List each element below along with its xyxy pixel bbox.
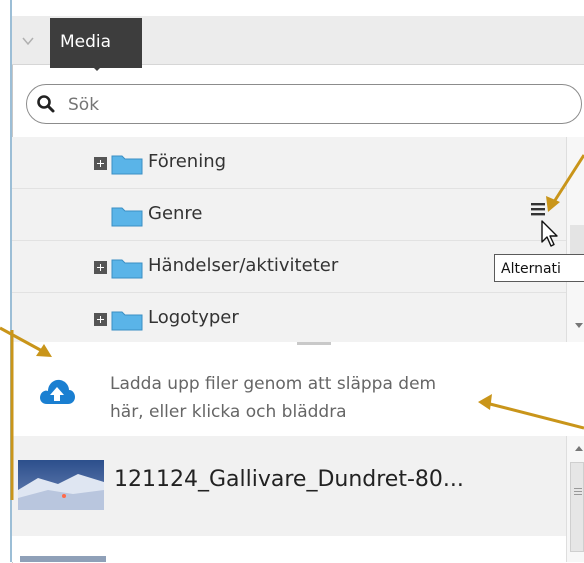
folder-icon [111, 207, 143, 227]
scroll-down-icon[interactable] [574, 320, 584, 330]
media-thumbnail[interactable] [20, 556, 106, 562]
media-item-label: 121124_Gallivare_Dundret-80... [114, 467, 464, 492]
panel-resizer[interactable] [297, 342, 331, 345]
tree-item-label: Händelser/aktiviteter [148, 255, 339, 276]
tree-item-handelser[interactable]: Händelser/aktiviteter [12, 241, 572, 293]
search-icon [37, 95, 55, 113]
chevron-down-icon[interactable] [22, 35, 34, 47]
tree-item-label: Genre [148, 203, 203, 224]
tree-item-genre[interactable]: Genre [12, 189, 572, 241]
tree-item-label: Logotyper [148, 307, 239, 328]
upload-line-2: här, eller klicka och bläddra [110, 402, 347, 422]
folder-icon [111, 155, 143, 175]
cursor-icon [541, 220, 558, 247]
tree-item-logotyper[interactable]: Logotyper [12, 293, 572, 345]
tooltip-options: Alternati [494, 254, 584, 282]
grip-icon [574, 488, 582, 495]
search-input[interactable] [66, 92, 550, 118]
expand-icon[interactable] [94, 313, 107, 326]
tree-scrollbar-thumb[interactable] [570, 225, 584, 255]
list-scrollbar-thumb[interactable] [570, 462, 584, 552]
tab-media[interactable]: Media [50, 18, 142, 68]
upload-instructions: Ladda upp filer genom att släppa dem här… [110, 370, 570, 426]
tree-item-forening[interactable]: Förening [12, 137, 572, 189]
upload-line-1: Ladda upp filer genom att släppa dem [110, 374, 437, 394]
expand-icon[interactable] [94, 157, 107, 170]
expand-icon[interactable] [94, 261, 107, 274]
options-menu-icon[interactable] [531, 203, 549, 217]
folder-icon [111, 311, 143, 331]
tree-item-label: Förening [148, 151, 227, 172]
tab-notch [90, 64, 104, 71]
media-thumbnail[interactable] [18, 460, 104, 510]
cloud-upload-icon [40, 379, 75, 404]
scroll-up-icon[interactable] [574, 444, 584, 454]
folder-icon [111, 259, 143, 279]
